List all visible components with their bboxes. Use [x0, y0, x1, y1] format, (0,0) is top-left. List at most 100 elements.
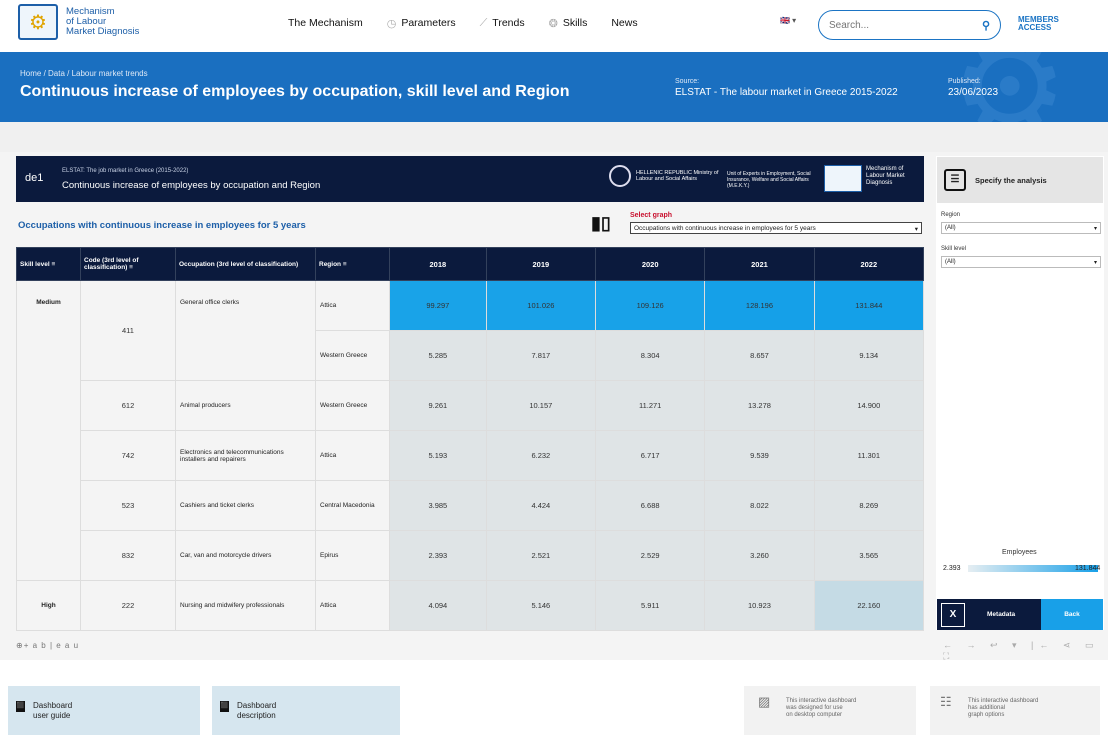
table-row: 742 Electronics and telecommunications in…	[17, 430, 925, 481]
skills-icon: ❂	[548, 17, 558, 30]
region-cell: Western Greece	[315, 330, 390, 381]
back-button[interactable]: Back	[1041, 599, 1103, 630]
dashboard-subtitle: ELSTAT: The job market in Greece (2015-2…	[62, 168, 189, 174]
select-graph-dropdown[interactable]: Occupations with continuous increase in …	[630, 222, 922, 234]
search-icon[interactable]: ⚲	[982, 19, 990, 32]
value-cell: 10.923	[704, 580, 815, 631]
no-mobile-icon: ▨	[758, 694, 771, 709]
code-cell: 832	[80, 530, 176, 581]
value-cell: 5.285	[389, 330, 487, 381]
value-cell: 7.817	[485, 330, 597, 381]
pdf-icon: ⬛	[16, 701, 25, 712]
menu-item-news[interactable]: News	[611, 17, 637, 29]
value-cell: 11.271	[594, 380, 706, 431]
menu-item-mechanism[interactable]: The Mechanism	[288, 17, 363, 29]
legend-title: Employees	[1002, 549, 1037, 556]
value-cell: 3.565	[813, 530, 925, 581]
value-cell: 4.094	[389, 580, 487, 631]
code-cell: 222	[80, 580, 176, 631]
value-cell: 13.278	[704, 380, 815, 431]
menu-item-trends[interactable]: ⟋ Trends	[480, 17, 525, 30]
header-region[interactable]: Region ≡	[315, 247, 390, 281]
user-guide-card[interactable]: ⬛ Dashboard user guide	[8, 686, 200, 735]
sort-icon[interactable]: ≡	[129, 264, 133, 271]
search-box[interactable]: ⚲	[818, 10, 1001, 40]
region-cell: Central Macedonia	[315, 480, 390, 531]
code-cell: 411	[80, 280, 176, 381]
value-cell: 9.134	[813, 330, 925, 381]
table-body: Medium 411 General office clerks Attica 99.2…	[16, 280, 925, 631]
value-cell: 9.539	[704, 430, 815, 481]
chevron-down-icon: ▾	[1093, 260, 1097, 266]
legend-min: 2.393	[943, 565, 961, 572]
value-cell: 8.657	[704, 330, 815, 381]
value-cell: 128.196	[704, 280, 815, 331]
table-row: High 222 Nursing and midwifery professiona…	[16, 580, 925, 631]
sort-icon[interactable]: ≡	[343, 261, 347, 268]
source-value: ELSTAT - The labour market in Greece 201…	[675, 87, 898, 98]
value-cell: 2.529	[594, 530, 706, 581]
value-cell: 2.521	[485, 530, 597, 581]
data-table: Skill level ≡ Code (3rd level of classif…	[16, 247, 925, 631]
search-input[interactable]	[829, 19, 959, 31]
region-cell: Attica	[315, 580, 390, 631]
region-filter-label: Region	[941, 212, 961, 218]
logo-line: Market Diagnosis	[66, 26, 140, 37]
code-cell: 523	[80, 480, 176, 531]
value-cell: 101.026	[485, 280, 597, 331]
occupation-cell: Animal producers	[175, 380, 316, 431]
desktop-note-card: ▨ This interactive dashboard was designed…	[744, 686, 916, 735]
skill-filter-label: Skill level	[941, 246, 967, 252]
unit-text: Unit of Experts in Employment, Social In…	[727, 171, 811, 189]
occupation-cell: Cashiers and ticket clerks	[175, 480, 316, 531]
dashboard-description-card[interactable]: ⬛ Dashboard description	[212, 686, 400, 735]
header-skill-level[interactable]: Skill level ≡	[16, 247, 81, 281]
spacer-bar	[0, 122, 1108, 152]
value-cell: 22.160	[813, 580, 925, 631]
select-graph-icon: ▮▯	[591, 213, 611, 233]
menu-item-skills[interactable]: ❂ Skills	[549, 17, 588, 30]
trend-icon: ⟋	[479, 16, 488, 29]
mechanism-text: Mechanism of Labour Market Diagnosis	[866, 166, 905, 186]
tableau-toolbar[interactable]: ← → ↩ ▾ |← ⋖ ▭ ⛶	[943, 640, 1108, 662]
members-access-link[interactable]: MEMBERS ACCESS	[1018, 16, 1059, 32]
table-row: 612 Animal producers Western Greece 9.261 10…	[17, 380, 925, 431]
page-title: Continuous increase of employees by occu…	[20, 83, 570, 100]
value-cell: 109.126	[594, 280, 706, 331]
skill-filter-dropdown[interactable]: (All) ▾	[941, 256, 1101, 268]
published-value: 23/06/2023	[948, 87, 999, 98]
value-cell: 5.146	[485, 580, 597, 631]
options-list-icon: ☷	[940, 694, 952, 709]
excel-icon[interactable]: X	[941, 602, 965, 627]
site-logo[interactable]: ⚙ Mechanism of Labour Market Diagnosis	[18, 4, 139, 40]
metadata-button[interactable]: X Metadata	[937, 599, 1041, 630]
value-cell: 10.157	[485, 380, 597, 431]
header-occupation[interactable]: Occupation (3rd level of classification)	[175, 247, 316, 281]
table-row: 523 Cashiers and ticket clerks Central Mac…	[17, 480, 925, 531]
value-cell: 6.717	[594, 430, 706, 481]
region-filter-dropdown[interactable]: (All) ▾	[941, 222, 1101, 234]
top-nav: ⚙ Mechanism of Labour Market Diagnosis T…	[0, 0, 1108, 52]
breadcrumb[interactable]: Home / Data / Labour market trends	[20, 69, 148, 78]
sort-icon[interactable]: ≡	[51, 261, 55, 268]
region-cell: Western Greece	[315, 380, 390, 431]
occupation-cell: Electronics and telecommunications insta…	[175, 430, 316, 481]
value-cell: 6.232	[485, 430, 597, 481]
header-year: 2018	[389, 247, 487, 281]
value-cell: 3.985	[389, 480, 487, 531]
table-row: 832 Car, van and motorcycle drivers Epirus…	[17, 530, 925, 581]
menu-item-parameters[interactable]: ◷ Parameters	[387, 17, 456, 30]
graph-options-card: ☷ This interactive dashboard has addition…	[930, 686, 1100, 735]
skill-level-cell: Medium	[16, 280, 81, 581]
specify-analysis: ☰ Specify the analysis	[937, 157, 1103, 203]
occupation-cell: General office clerks	[175, 280, 316, 381]
value-cell: 4.424	[485, 480, 597, 531]
region-cell: Epirus	[315, 530, 390, 581]
value-cell: 8.304	[594, 330, 706, 381]
language-selector[interactable]: 🇬🇧 ▾	[780, 16, 796, 25]
chevron-down-icon: ▾	[1093, 226, 1097, 232]
clock-icon: ◷	[386, 17, 397, 30]
tableau-logo[interactable]: ⊕+ a b | e a u	[16, 641, 79, 650]
header-code[interactable]: Code (3rd level of classification) ≡	[80, 247, 176, 281]
skill-level-cell: High	[16, 580, 81, 631]
